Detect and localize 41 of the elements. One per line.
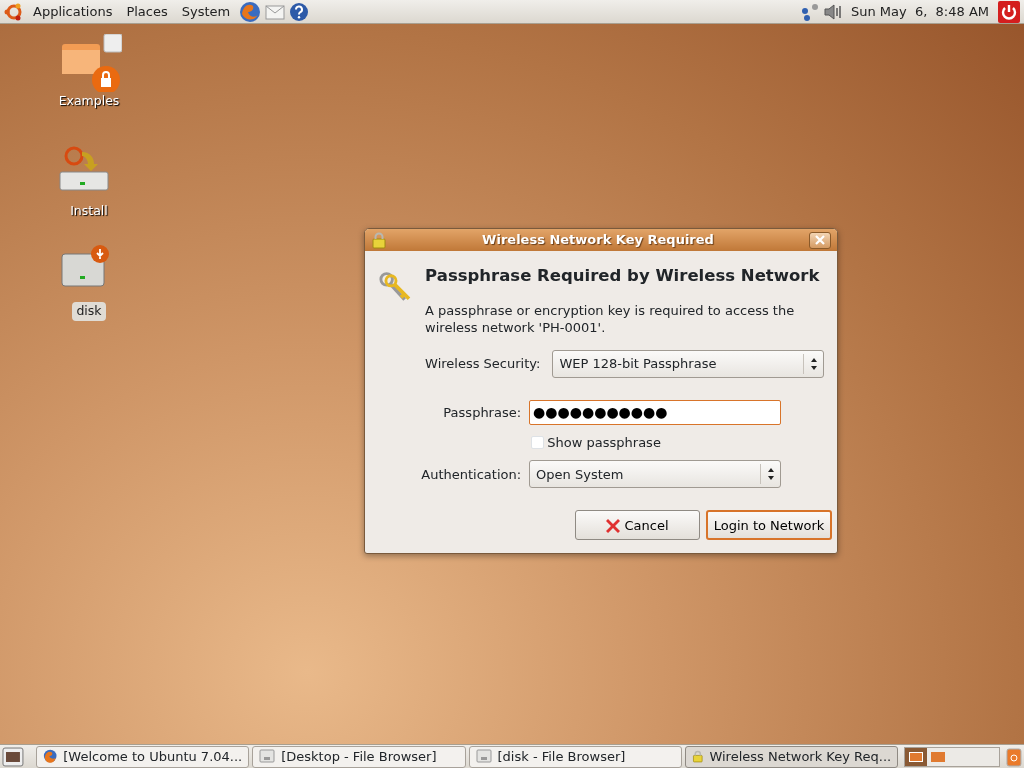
drive-icon [259,748,276,765]
power-button-icon[interactable] [998,0,1020,23]
padlock-icon [691,748,704,765]
cancel-button[interactable]: Cancel [574,510,700,541]
taskbar-window-button[interactable]: [Desktop - File Browser] [252,745,466,768]
close-icon [815,235,825,245]
desktop-icon-label[interactable]: Examples [54,92,124,111]
dialog-message: A passphrase or encryption key is required to access the wireless network 'PH-0001'. [425,301,796,336]
checkbox-label: Show passphrase [547,433,661,452]
globe-browser-icon[interactable] [239,0,262,23]
padlock-icon [371,231,387,249]
field-label: Authentication: [420,465,523,484]
panel-clock[interactable]: Sun May 6, 8:48 AM [845,1,994,22]
close-button[interactable] [809,231,831,249]
authentication-dropdown[interactable]: Open System [529,460,782,489]
ubuntu-logo-icon [4,1,24,22]
dialog-heading: Passphrase Required by Wireless Network [425,265,821,287]
globe-browser-icon [42,748,58,765]
panel-menu[interactable]: Applications [28,1,118,22]
speaker-volume-icon[interactable] [823,3,842,20]
help-icon[interactable] [289,1,310,22]
login-button[interactable]: Login to Network [706,510,832,541]
passphrase-field[interactable]: ●●●●●●●●●●● [529,399,782,425]
desktop-icon-label[interactable]: disk [72,302,106,321]
show-passphrase-checkbox[interactable] [531,436,545,449]
taskbar-window-button[interactable]: [Welcome to Ubuntu 7.04... [35,745,250,768]
workspace-button[interactable] [905,747,928,766]
field-label: Wireless Security: [425,355,541,373]
taskbar-window-button[interactable]: [disk - File Browser] [468,745,682,768]
security-dropdown[interactable]: WEP 128-bit Passphrase [552,349,824,378]
trash-can-icon[interactable] [1006,746,1022,767]
panel-menu[interactable]: Places [121,1,173,22]
window-title: Wireless Network Key Required [481,231,715,250]
taskbar-window-button[interactable]: Wireless Network Key Req... [684,745,899,768]
panel-menu[interactable]: System [176,1,236,22]
show-desktop-icon[interactable] [2,746,24,767]
spinner-arrows-icon [809,356,818,371]
cancel-icon [605,517,622,534]
spinner-arrows-icon [766,467,775,482]
drive-icon [475,748,492,765]
field-label: Passphrase: [442,403,523,422]
